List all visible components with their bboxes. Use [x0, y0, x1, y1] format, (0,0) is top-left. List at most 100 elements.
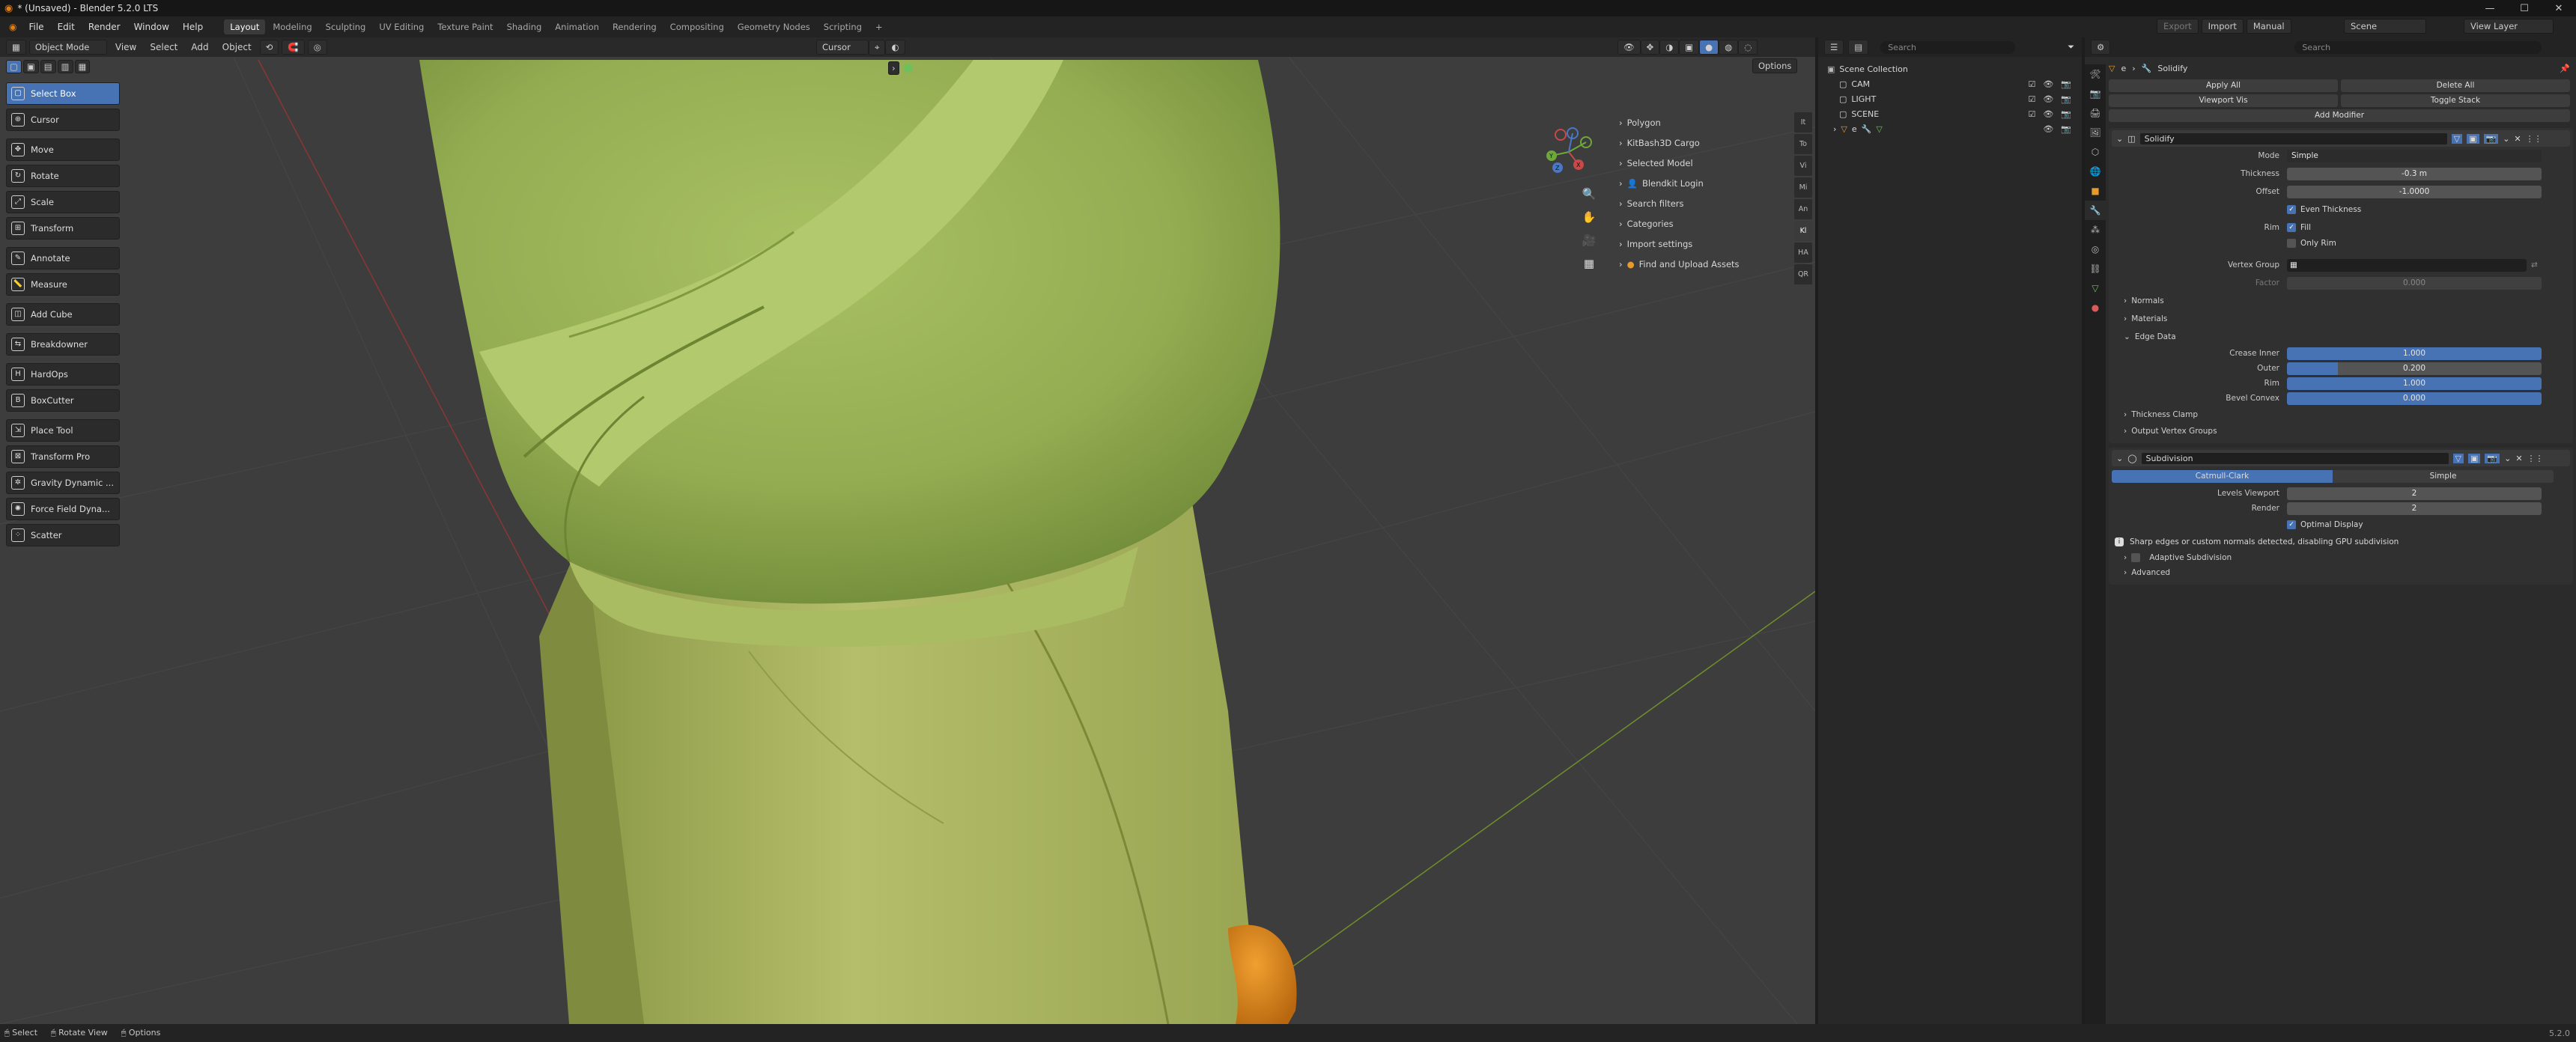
data-tab-icon[interactable]: ▽: [2085, 278, 2106, 298]
npanel-tab-ha[interactable]: HA: [1794, 243, 1812, 263]
dropdown-menu-icon[interactable]: ⌄: [2503, 134, 2509, 144]
menu-file[interactable]: File: [22, 19, 49, 34]
viewport-toggle-icon[interactable]: ▣: [2467, 133, 2479, 144]
tool-boxcutter[interactable]: B BoxCutter: [6, 389, 120, 412]
properties-editor-icon[interactable]: ⚙: [2091, 40, 2111, 55]
tab-rendering[interactable]: Rendering: [607, 19, 663, 34]
select-subtract-icon[interactable]: ▤: [40, 60, 56, 73]
object-tab-icon[interactable]: ■: [2085, 181, 2106, 201]
eye-icon[interactable]: 👁: [2043, 124, 2053, 134]
adaptive-subdivision-subpanel[interactable]: › Adaptive Subdivision: [2112, 550, 2570, 565]
tool-transform-pro[interactable]: ⊠ Transform Pro: [6, 445, 120, 468]
vertex-group-field[interactable]: ▦: [2287, 258, 2527, 272]
eye-icon[interactable]: 👁: [2043, 109, 2053, 119]
overlays-icon[interactable]: ◑: [1659, 40, 1680, 55]
blender-menu-icon[interactable]: ◉: [4, 22, 21, 32]
camera-icon[interactable]: 📷: [2061, 109, 2071, 119]
fill-checkbox[interactable]: ✓: [2287, 223, 2296, 232]
checkbox-icon[interactable]: ☑: [2028, 79, 2035, 89]
ortho-grid-icon[interactable]: ▦: [1579, 257, 1600, 278]
simple-toggle[interactable]: Simple: [2333, 470, 2554, 483]
tab-animation[interactable]: Animation: [549, 19, 605, 34]
tool-add-cube[interactable]: ◫ Add Cube: [6, 303, 120, 326]
menu-help[interactable]: Help: [177, 19, 209, 34]
pin-icon[interactable]: 📌: [2560, 64, 2573, 73]
viewport-menu-add[interactable]: Add: [186, 40, 213, 54]
tool-place[interactable]: ⇲ Place Tool: [6, 419, 120, 442]
tab-uv-editing[interactable]: UV Editing: [373, 19, 430, 34]
tool-gravity-dynamic[interactable]: ✲ Gravity Dynamic ...: [6, 472, 120, 494]
tool-move[interactable]: ✥ Move: [6, 138, 120, 161]
edit-mode-toggle-icon[interactable]: ▽: [2451, 133, 2463, 144]
maximize-icon[interactable]: ☐: [2507, 3, 2542, 14]
bevel-convex-slider[interactable]: 0.000: [2287, 391, 2542, 405]
materials-subpanel[interactable]: › Materials: [2112, 310, 2570, 328]
visibility-icon[interactable]: 👁: [1617, 40, 1641, 55]
tab-geometry-nodes[interactable]: Geometry Nodes: [732, 19, 816, 34]
remove-modifier-icon[interactable]: ✕: [2515, 454, 2522, 463]
menu-edit[interactable]: Edit: [52, 19, 81, 34]
toggle-stack-button[interactable]: Toggle Stack: [2341, 94, 2570, 107]
tab-compositing[interactable]: Compositing: [664, 19, 730, 34]
modifier-name-field[interactable]: Solidify: [2139, 132, 2447, 144]
drag-handle-icon[interactable]: ⋮⋮: [2526, 134, 2542, 144]
display-mode-icon[interactable]: ▤: [1848, 40, 1869, 55]
minimize-icon[interactable]: —: [2473, 3, 2507, 14]
camera-icon[interactable]: 📷: [2061, 94, 2071, 104]
npanel-tab-item[interactable]: It: [1794, 112, 1812, 132]
thickness-field[interactable]: -0.3 m: [2287, 167, 2542, 180]
properties-search-input[interactable]: Search: [2294, 40, 2542, 54]
particles-tab-icon[interactable]: ⁂: [2085, 220, 2106, 240]
npanel-tab-qr[interactable]: QR: [1794, 264, 1812, 284]
crease-rim-slider[interactable]: 1.000: [2287, 377, 2542, 390]
camera-icon[interactable]: 📷: [2061, 124, 2071, 134]
factor-field[interactable]: 0.000: [2287, 276, 2542, 290]
modifier-name-field[interactable]: Subdivision: [2141, 452, 2449, 464]
apply-all-button[interactable]: Apply All: [2109, 79, 2338, 92]
invert-vertex-group-icon[interactable]: ⇄: [2531, 260, 2538, 269]
catmull-clark-toggle[interactable]: Catmull-Clark: [2112, 470, 2333, 483]
outliner-search-input[interactable]: Search: [1880, 40, 2016, 54]
navigation-gizmo[interactable]: Y X Z: [1543, 126, 1595, 178]
shading-material-icon[interactable]: ◍: [1719, 40, 1739, 55]
object-mode-dropdown[interactable]: Object Mode: [28, 40, 107, 55]
normals-subpanel[interactable]: › Normals: [2112, 292, 2570, 310]
dropdown-menu-icon[interactable]: ⌄: [2504, 454, 2511, 463]
chevron-down-icon[interactable]: ⌄: [2116, 454, 2123, 463]
overlay-toggle-icon[interactable]: ◐: [885, 40, 905, 55]
npanel-item-search-filters[interactable]: › Search filters: [1616, 193, 1796, 213]
tool-cursor[interactable]: ⊕ Cursor: [6, 109, 120, 131]
outliner-editor-icon[interactable]: ☰: [1824, 40, 1844, 55]
select-new-icon[interactable]: ▢: [6, 60, 22, 73]
modifier-tab-icon[interactable]: 🔧: [2085, 201, 2106, 220]
pan-hand-icon[interactable]: ✋: [1579, 210, 1600, 231]
render-tab-icon[interactable]: 📷: [2085, 84, 2106, 103]
output-tab-icon[interactable]: 🖨: [2085, 103, 2106, 123]
npanel-tab-tool[interactable]: To: [1794, 134, 1812, 154]
view-layer-tab-icon[interactable]: 🖼: [2085, 123, 2106, 142]
eye-icon[interactable]: 👁: [2043, 94, 2053, 104]
gizmo-icon[interactable]: ✥: [1640, 40, 1660, 55]
camera-icon[interactable]: 📷: [2061, 79, 2071, 89]
thickness-clamp-subpanel[interactable]: › Thickness Clamp: [2112, 406, 2570, 424]
npanel-tab-view[interactable]: Vi: [1794, 156, 1812, 176]
tab-scripting[interactable]: Scripting: [818, 19, 868, 34]
tool-force-field[interactable]: ✺ Force Field Dyna...: [6, 498, 120, 520]
tool-annotate[interactable]: ✎ Annotate: [6, 247, 120, 269]
levels-viewport-field[interactable]: 2: [2287, 487, 2542, 500]
3d-viewport[interactable]: ▦ Object Mode View Select Add Object ⟲ 🧲…: [0, 37, 1815, 1024]
eye-icon[interactable]: 👁: [2043, 79, 2053, 89]
tab-texture-paint[interactable]: Texture Paint: [431, 19, 499, 34]
tool-tab-icon[interactable]: 🛠: [2085, 64, 2106, 84]
viewport-vis-button[interactable]: Viewport Vis: [2109, 94, 2338, 107]
viewlayer-selector[interactable]: View Layer: [2464, 19, 2554, 34]
adaptive-checkbox[interactable]: [2131, 553, 2141, 562]
zoom-icon[interactable]: 🔍: [1579, 187, 1600, 208]
tab-layout[interactable]: Layout: [224, 19, 266, 34]
options-button[interactable]: Options: [1752, 58, 1798, 73]
npanel-item-categories[interactable]: › Categories: [1616, 213, 1796, 234]
npanel-tab-mi[interactable]: Mi: [1794, 177, 1812, 198]
tool-hardops[interactable]: H HardOps: [6, 363, 120, 386]
offset-field[interactable]: -1.0000: [2287, 185, 2542, 198]
tab-sculpting[interactable]: Sculpting: [320, 19, 372, 34]
